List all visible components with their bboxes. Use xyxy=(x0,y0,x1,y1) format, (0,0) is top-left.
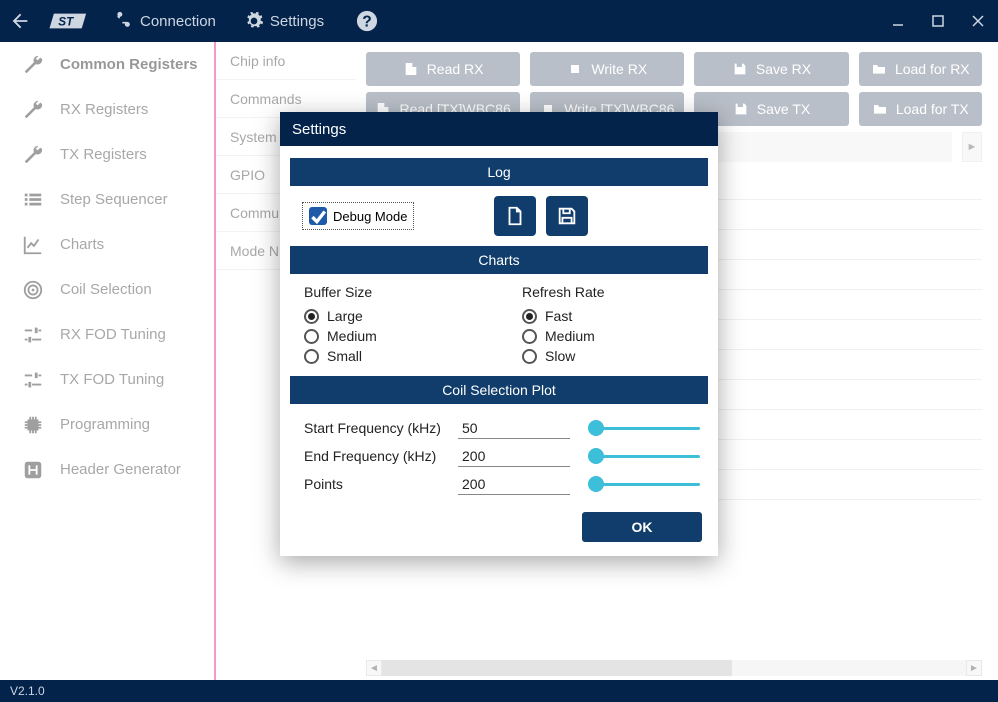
charts-section-header: Charts xyxy=(290,246,708,274)
st-logo: ST xyxy=(40,10,100,32)
radio-icon xyxy=(522,349,537,364)
ok-button[interactable]: OK xyxy=(582,512,702,542)
buffer-size-title: Buffer Size xyxy=(304,284,482,300)
version-label: V2.1.0 xyxy=(10,684,45,698)
debug-mode-checkbox[interactable]: Debug Mode xyxy=(302,202,414,230)
radio-icon xyxy=(522,309,537,324)
settings-dialog: Settings Log Debug Mode Charts Buffer Si… xyxy=(280,112,718,556)
connection-menu[interactable]: Connection xyxy=(100,0,230,42)
new-log-button[interactable] xyxy=(494,196,536,236)
radio-icon xyxy=(522,329,537,344)
radio-icon xyxy=(304,309,319,324)
buffer-large-radio[interactable]: Large xyxy=(304,308,482,324)
refresh-medium-radio[interactable]: Medium xyxy=(522,328,700,344)
end-freq-label: End Frequency (kHz) xyxy=(304,448,450,464)
slider-thumb[interactable] xyxy=(588,448,604,464)
points-label: Points xyxy=(304,476,450,492)
maximize-button[interactable] xyxy=(918,0,958,42)
refresh-rate-group: Refresh Rate Fast Medium Slow xyxy=(522,284,700,368)
buffer-medium-radio[interactable]: Medium xyxy=(304,328,482,344)
start-freq-slider[interactable] xyxy=(588,418,700,438)
buffer-small-radio[interactable]: Small xyxy=(304,348,482,364)
refresh-slow-radio[interactable]: Slow xyxy=(522,348,700,364)
points-input[interactable] xyxy=(458,474,570,495)
refresh-fast-radio[interactable]: Fast xyxy=(522,308,700,324)
radio-icon xyxy=(304,349,319,364)
end-freq-input[interactable] xyxy=(458,446,570,467)
minimize-button[interactable] xyxy=(878,0,918,42)
slider-thumb[interactable] xyxy=(588,476,604,492)
start-freq-label: Start Frequency (kHz) xyxy=(304,420,450,436)
radio-icon xyxy=(304,329,319,344)
slider-thumb[interactable] xyxy=(588,420,604,436)
buffer-size-group: Buffer Size Large Medium Small xyxy=(304,284,482,368)
file-icon xyxy=(504,205,526,227)
close-button[interactable] xyxy=(958,0,998,42)
dialog-title: Settings xyxy=(280,112,718,146)
help-button[interactable]: ? xyxy=(342,0,392,42)
save-log-button[interactable] xyxy=(546,196,588,236)
end-freq-slider[interactable] xyxy=(588,446,700,466)
save-icon xyxy=(556,205,578,227)
log-section-header: Log xyxy=(290,158,708,186)
points-slider[interactable] xyxy=(588,474,700,494)
svg-text:?: ? xyxy=(362,14,372,31)
titlebar: ST Connection Settings ? xyxy=(0,0,998,42)
refresh-rate-title: Refresh Rate xyxy=(522,284,700,300)
coil-section-header: Coil Selection Plot xyxy=(290,376,708,404)
svg-text:ST: ST xyxy=(58,15,74,28)
settings-menu[interactable]: Settings xyxy=(230,0,338,42)
settings-label: Settings xyxy=(270,13,324,30)
debug-mode-label: Debug Mode xyxy=(333,209,407,224)
connection-label: Connection xyxy=(140,13,216,30)
start-freq-input[interactable] xyxy=(458,418,570,439)
back-button[interactable] xyxy=(0,0,40,42)
checkbox-icon xyxy=(309,207,327,225)
status-bar: V2.1.0 xyxy=(0,680,998,702)
